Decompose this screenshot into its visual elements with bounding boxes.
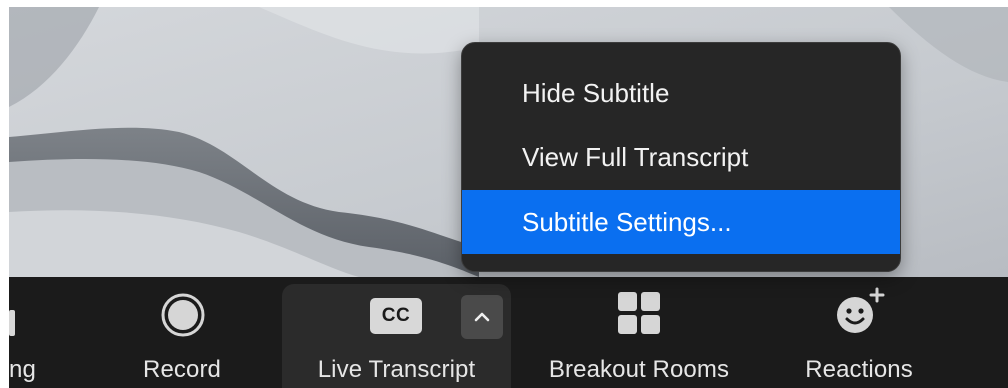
menu-item-subtitle-settings[interactable]: Subtitle Settings... <box>462 190 900 254</box>
cc-icon: CC <box>370 298 422 334</box>
toolbar-item-partial[interactable]: ng <box>0 277 36 388</box>
menu-item-label: Subtitle Settings... <box>522 206 732 237</box>
reactions-icon <box>837 287 885 333</box>
menu-item-label: Hide Subtitle <box>522 77 670 108</box>
record-button[interactable]: Record <box>122 277 242 388</box>
live-transcript-label: Live Transcript <box>317 356 476 383</box>
partial-icon <box>9 310 15 336</box>
menu-item-label: View Full Transcript <box>522 141 749 172</box>
zoom-window: ng Record Live Transcript CC Breakout Ro… <box>0 0 1008 388</box>
record-label: Record <box>143 356 221 383</box>
chevron-up-icon <box>474 312 490 322</box>
breakout-rooms-label: Breakout Rooms <box>548 356 730 383</box>
menu-item-view-full-transcript[interactable]: View Full Transcript <box>462 125 900 189</box>
breakout-rooms-button[interactable]: Breakout Rooms <box>519 277 759 388</box>
breakout-rooms-icon <box>618 292 660 334</box>
meeting-toolbar: ng Record Live Transcript CC Breakout Ro… <box>9 277 1008 388</box>
live-transcript-options-button[interactable] <box>461 295 503 339</box>
toolbar-item-label: ng <box>9 356 36 383</box>
record-icon <box>161 293 205 337</box>
menu-item-hide-subtitle[interactable]: Hide Subtitle <box>462 61 900 125</box>
reactions-button[interactable]: Reactions <box>779 277 939 388</box>
live-transcript-menu: Hide Subtitle View Full Transcript Subti… <box>461 42 901 272</box>
reactions-label: Reactions <box>805 356 913 383</box>
